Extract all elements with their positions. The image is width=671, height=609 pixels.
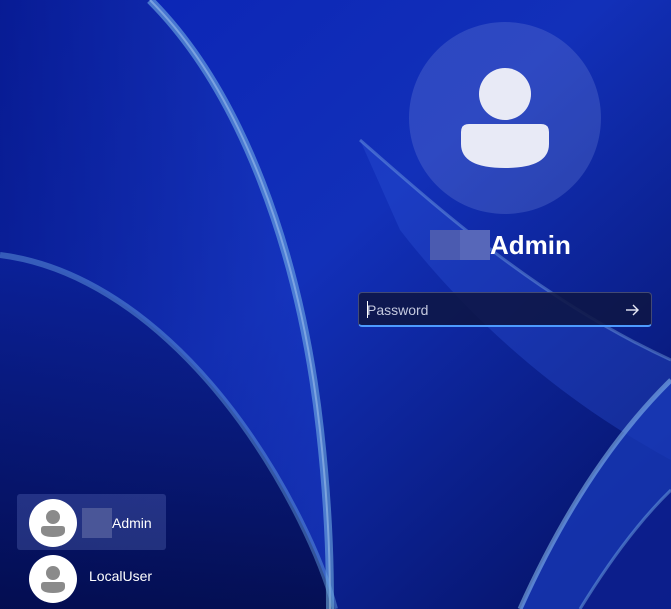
password-input[interactable] [367, 293, 617, 326]
person-icon [461, 68, 549, 168]
person-icon [41, 510, 65, 537]
user-name: Admin [430, 228, 571, 262]
user-tile-avatar [29, 499, 77, 547]
redacted-name-block [460, 230, 490, 260]
arrow-right-icon[interactable] [623, 301, 641, 319]
redacted-name-block [82, 508, 112, 538]
user-tile-admin[interactable]: Admin [17, 494, 166, 550]
user-tile-name: Admin [82, 508, 152, 538]
redacted-name-block [430, 230, 460, 260]
password-field[interactable] [358, 292, 652, 327]
user-avatar [409, 22, 601, 214]
user-switcher: Admin LocalUser [17, 494, 167, 606]
person-icon [41, 566, 65, 593]
user-tile-label: Admin [112, 515, 152, 531]
user-tile-localuser[interactable]: LocalUser [17, 550, 166, 606]
user-tile-label: LocalUser [89, 568, 153, 584]
user-tile-avatar [29, 555, 77, 603]
text-caret [367, 301, 368, 318]
user-name-label: Admin [490, 229, 571, 260]
